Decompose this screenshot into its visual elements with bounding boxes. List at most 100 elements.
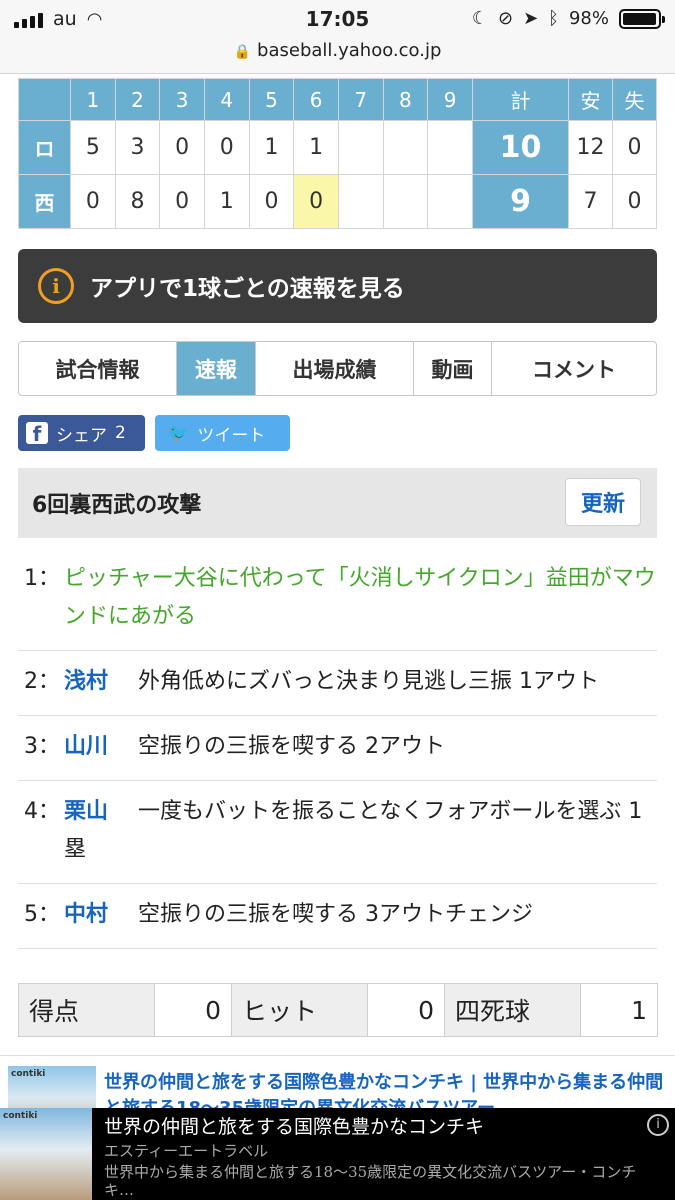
ad-logo: contiki <box>3 1111 38 1121</box>
play-text: 一度もバットを振ることなくフォアボールを選ぶ 1塁 <box>64 799 643 862</box>
battery-percent: 98% <box>568 8 609 29</box>
inning-score: 0 <box>159 174 205 229</box>
scoreboard-row-seibu: 西 0 8 0 1 0 0 9 7 0 <box>18 174 657 229</box>
play-number: 1： <box>24 566 60 591</box>
facebook-share-label: シェア <box>56 425 107 446</box>
status-right: ☾ ⊘ ➤ ᛒ 98% <box>471 8 665 29</box>
play-by-play-list: 1： ピッチャー大谷に代わって「火消しサイクロン」益田がマウンドにあがる 2： … <box>18 548 657 949</box>
inning-summary: 得点 0 ヒット 0 四死球 1 <box>18 983 658 1037</box>
ad-choices-icon[interactable]: i <box>647 1114 669 1136</box>
ad-title: 世界の仲間と旅をする国際色豊かなコンチキ <box>104 1116 485 1138</box>
team-name: 西 <box>18 174 71 229</box>
play-item: 2： 浅村 外角低めにズバっと決まり見逃し三振 1アウト <box>18 651 657 716</box>
inning-score: 3 <box>114 120 161 175</box>
facebook-icon: f <box>26 422 48 446</box>
scoreboard-header-cell: 6 <box>293 78 339 121</box>
scoreboard-header-cell: 2 <box>114 78 161 121</box>
tab-bar: 試合情報 速報 出場成績 動画 コメント <box>18 341 657 396</box>
refresh-button[interactable]: 更新 <box>565 478 641 526</box>
inning-score: 0 <box>159 120 205 175</box>
scoreboard-header-cell <box>18 78 71 121</box>
inning-score <box>337 174 384 229</box>
play-text: 外角低めにズバっと決まり見逃し三振 1アウト <box>138 669 600 694</box>
inning-title: 6回裏西武の攻撃 <box>32 493 202 518</box>
play-text: 空振りの三振を喫する 2アウト <box>138 734 446 759</box>
bluetooth-icon: ᛒ <box>548 8 559 29</box>
play-body: 中村 空振りの三振を喫する 3アウトチェンジ <box>64 896 657 934</box>
play-text: 空振りの三振を喫する 3アウトチェンジ <box>138 902 534 927</box>
scoreboard-header-cell: 1 <box>70 78 116 121</box>
tab-stats[interactable]: 出場成績 <box>256 342 414 395</box>
play-body: 山川 空振りの三振を喫する 2アウト <box>64 728 657 766</box>
play-item: 1： ピッチャー大谷に代わって「火消しサイクロン」益田がマウンドにあがる <box>18 548 657 651</box>
play-item: 3： 山川 空振りの三振を喫する 2アウト <box>18 716 657 781</box>
tab-live[interactable]: 速報 <box>177 342 256 395</box>
scoreboard-header-row: 1 2 3 4 5 6 7 8 9 計 安 失 <box>18 78 657 121</box>
scoreboard-header-hits: 安 <box>568 78 613 121</box>
scoreboard-header-total: 計 <box>472 78 569 121</box>
play-item: 4： 栗山 一度もバットを振ることなくフォアボールを選ぶ 1塁 <box>18 781 657 884</box>
ad-description: 世界中から集まる仲間と旅する18〜35歳限定の異文化交流バスツアー・コンチキ… <box>104 1163 637 1199</box>
inning-score <box>337 120 384 175</box>
scoreboard-header-cell: 5 <box>248 78 295 121</box>
inning-score <box>427 120 473 175</box>
inning-score: 5 <box>70 120 116 175</box>
total-runs: 9 <box>472 174 569 229</box>
inning-score: 0 <box>70 174 116 229</box>
ad-sponsor: エスティーエートラベル <box>104 1142 269 1160</box>
total-hits: 7 <box>568 174 613 229</box>
play-number: 2： <box>24 669 60 694</box>
hits-label: ヒット <box>231 983 368 1037</box>
battery-icon <box>619 8 665 29</box>
inline-ad[interactable]: contiki 世界の仲間と旅をする国際色豊かなコンチキ | 世界中から集まる仲… <box>0 1055 675 1120</box>
tab-comments[interactable]: コメント <box>492 342 656 395</box>
walks-value: 1 <box>580 983 658 1037</box>
scoreboard-header-cell: 3 <box>159 78 205 121</box>
battery-fill <box>623 12 657 25</box>
facebook-share-button[interactable]: f シェア 2 <box>18 415 145 451</box>
url-bar[interactable]: 🔒 baseball.yahoo.co.jp <box>0 40 675 74</box>
inning-score: 1 <box>293 120 339 175</box>
ad-logo: contiki <box>11 1069 46 1079</box>
team-name: ロ <box>18 120 71 175</box>
rotation-lock-icon: ⊘ <box>497 8 514 29</box>
play-item: 5： 中村 空振りの三振を喫する 3アウトチェンジ <box>18 884 657 949</box>
twitter-bird-icon: 🐦 <box>167 422 190 444</box>
scoreboard-header-cell: 8 <box>382 78 429 121</box>
location-icon: ➤ <box>523 8 539 29</box>
ad-image: contiki <box>0 1108 92 1200</box>
sticky-ad-banner[interactable]: contiki 世界の仲間と旅をする国際色豊かなコンチキ エスティーエートラベル… <box>0 1108 675 1200</box>
tab-game-info[interactable]: 試合情報 <box>19 342 177 395</box>
hits-value: 0 <box>367 983 445 1037</box>
play-by-play-header: 6回裏西武の攻撃 更新 <box>18 468 657 538</box>
scoreboard-header-cell: 7 <box>337 78 384 121</box>
play-number: 3： <box>24 734 60 759</box>
tweet-button[interactable]: 🐦 ツイート <box>155 415 290 451</box>
lock-icon: 🔒 <box>233 44 252 60</box>
scoreboard-row-lotte: ロ 5 3 0 0 1 1 10 12 0 <box>18 120 657 175</box>
scoreboard-header-cell: 9 <box>427 78 473 121</box>
inning-score: 1 <box>248 120 295 175</box>
player-link[interactable]: 浅村 <box>64 669 108 694</box>
play-body: 栗山 一度もバットを振ることなくフォアボールを選ぶ 1塁 <box>64 793 657 869</box>
info-icon: i <box>38 268 74 304</box>
inning-score-current: 0 <box>293 174 339 229</box>
walks-label: 四死球 <box>444 983 581 1037</box>
facebook-share-count: 2 <box>115 423 126 443</box>
player-link[interactable]: 中村 <box>64 902 108 927</box>
tweet-label: ツイート <box>197 425 266 446</box>
scoreboard: 1 2 3 4 5 6 7 8 9 計 安 失 ロ 5 3 0 0 1 1 10… <box>18 78 657 229</box>
play-body: 浅村 外角低めにズバっと決まり見逃し三振 1アウト <box>64 663 657 701</box>
moon-icon: ☾ <box>471 8 488 29</box>
app-promo-banner[interactable]: i アプリで1球ごとの速報を見る <box>18 249 657 323</box>
player-link[interactable]: 山川 <box>64 734 108 759</box>
inning-score: 0 <box>203 120 250 175</box>
inning-score: 1 <box>203 174 250 229</box>
player-link[interactable]: 栗山 <box>64 799 108 824</box>
inning-score <box>427 174 473 229</box>
total-errors: 0 <box>612 120 657 175</box>
status-bar: au ◠ 17:05 ☾ ⊘ ➤ ᛒ 98% <box>0 0 675 40</box>
inning-score: 8 <box>114 174 161 229</box>
tab-video[interactable]: 動画 <box>414 342 492 395</box>
inning-score: 0 <box>248 174 295 229</box>
